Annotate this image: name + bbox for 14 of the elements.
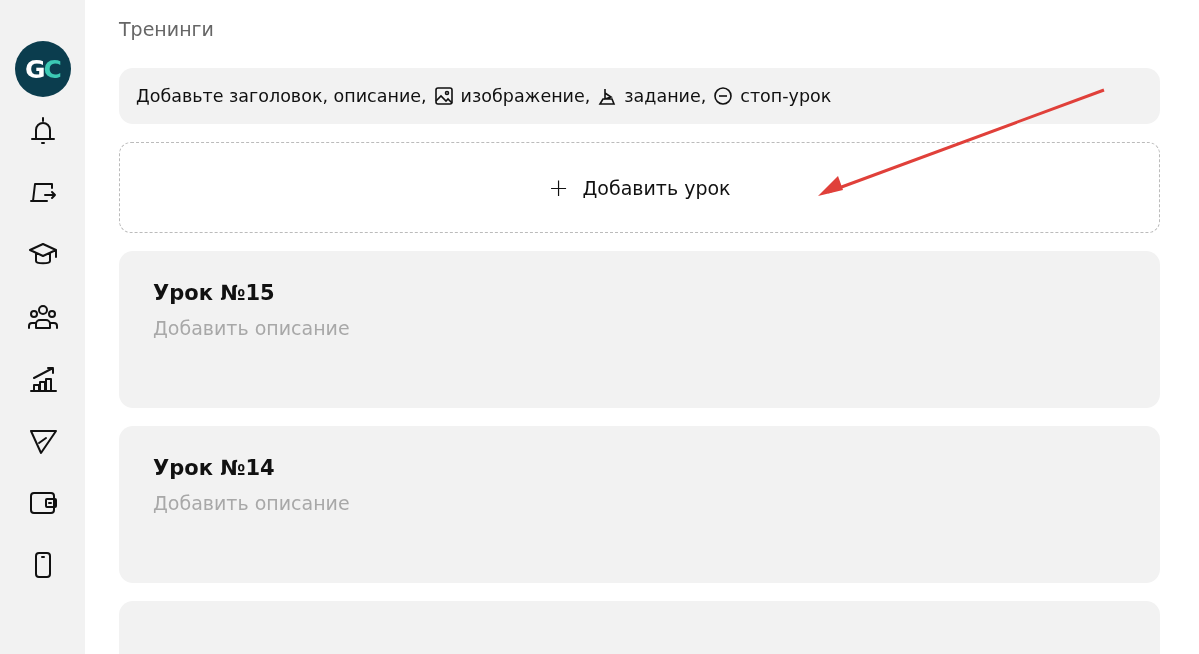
- lesson-title: Урок №15: [153, 281, 276, 305]
- image-icon: [433, 86, 454, 106]
- logo[interactable]: GC: [14, 41, 71, 97]
- hint-text: изображение,: [460, 86, 591, 106]
- flag-icon: [597, 86, 618, 106]
- hint-text: Добавьте заголовок, описание,: [136, 86, 427, 106]
- minus-circle-icon: [713, 86, 734, 106]
- hint-text: стоп-урок: [740, 86, 832, 106]
- lesson-card[interactable]: Урок №14 Добавить описание: [119, 426, 1160, 583]
- lesson-card[interactable]: Урок №15 Добавить описание: [119, 251, 1160, 408]
- page-title: Тренинги: [119, 18, 215, 40]
- add-lesson-button[interactable]: + Добавить урок: [119, 142, 1160, 233]
- hint-text: задание,: [624, 86, 707, 106]
- lesson-title: Урок №14: [153, 456, 276, 480]
